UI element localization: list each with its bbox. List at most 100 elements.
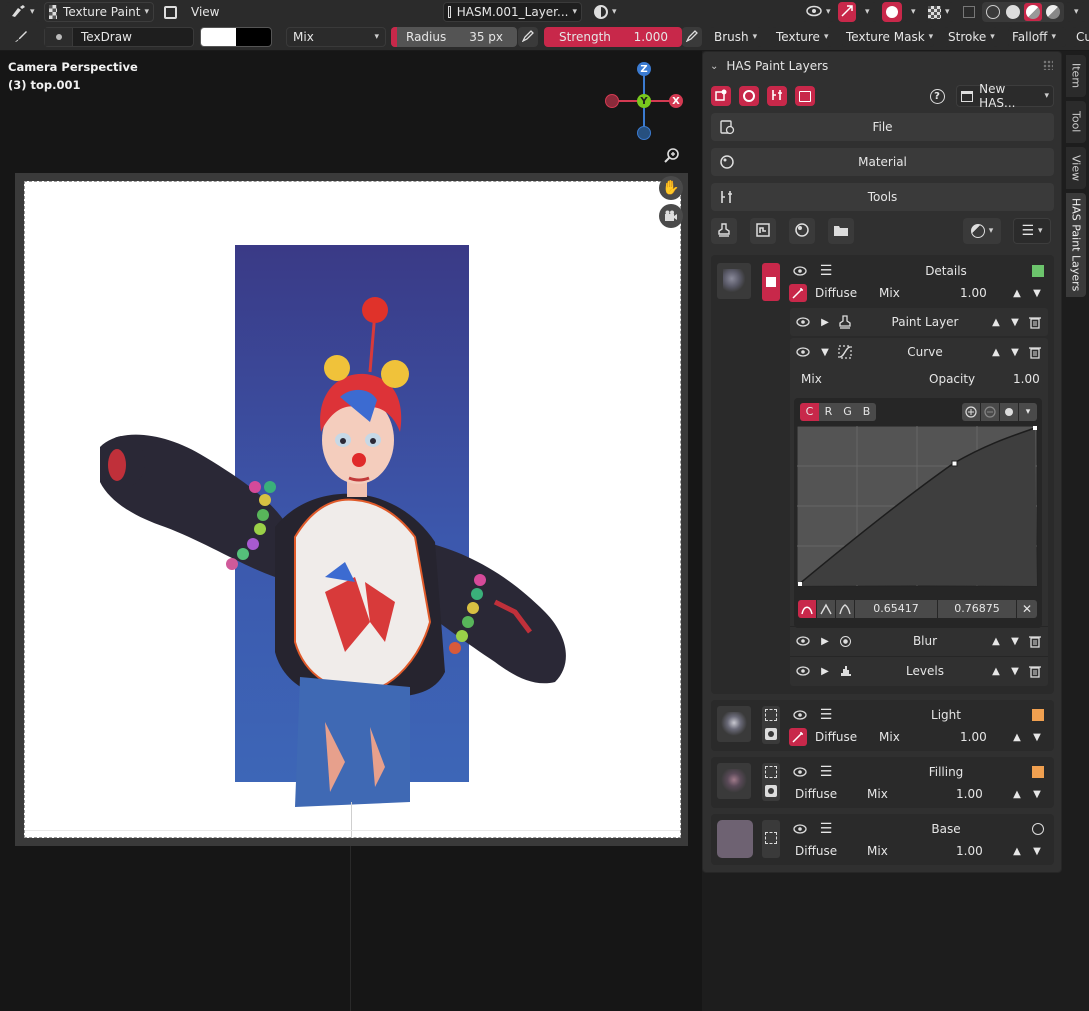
menu-texture[interactable]: Texture ▾	[772, 27, 832, 47]
layer-details[interactable]: ☰ Details Diffuse Mix 1.00 ▲ ▼ ▶ Paint L…	[711, 255, 1054, 694]
move-down-icon[interactable]: ▼	[1006, 632, 1024, 650]
image-tool-button[interactable]	[750, 218, 776, 244]
gizmo-neg-z-axis[interactable]	[637, 126, 651, 140]
visibility-eye-icon[interactable]	[794, 343, 812, 361]
menu-texture-mask[interactable]: Texture Mask ▾	[842, 27, 934, 47]
visibility-eye-icon[interactable]	[794, 662, 812, 680]
viewport[interactable]: Camera Perspective (3) top.001 Z Y X ✋	[0, 51, 702, 1011]
strength-pressure-toggle[interactable]	[682, 27, 702, 47]
point-x-field[interactable]: 0.65417	[855, 600, 937, 618]
color-swatches[interactable]	[200, 27, 272, 47]
visibility-eye-icon[interactable]	[791, 820, 809, 838]
tab-view[interactable]: View	[1066, 147, 1086, 189]
strength-slider[interactable]: Strength 1.000	[544, 27, 682, 47]
checker-dropdown[interactable]: ▾	[924, 2, 954, 22]
move-up-icon[interactable]: ▲	[987, 343, 1005, 361]
layer-mask-button[interactable]	[762, 763, 780, 801]
gizmo-y-axis[interactable]: Y	[637, 94, 651, 108]
delete-point-button[interactable]: ✕	[1017, 600, 1037, 618]
stamp-tool-button[interactable]	[711, 218, 737, 244]
sublayer-levels[interactable]: ▶ Levels ▲ ▼	[790, 656, 1048, 684]
new-has-dropdown[interactable]: New HAS... ▾	[956, 82, 1054, 110]
free-handle-button[interactable]	[836, 600, 854, 618]
effect-wand-icon[interactable]	[789, 728, 807, 746]
layer-menu-icon[interactable]: ☰	[817, 763, 835, 781]
layer-color-swatch[interactable]	[1032, 709, 1044, 721]
move-down-icon[interactable]: ▼	[1006, 343, 1024, 361]
trash-icon[interactable]	[1026, 662, 1044, 680]
curve-point-selected[interactable]	[951, 460, 958, 467]
overlay-dropdown[interactable]: ▾	[903, 2, 921, 22]
navigation-gizmo[interactable]: Z Y X	[600, 61, 690, 147]
layer-mask-button[interactable]	[762, 706, 780, 744]
mode-dropdown[interactable]: Texture Paint ▾	[44, 2, 154, 22]
layer-opacity[interactable]: 1.00	[956, 844, 983, 858]
layer-base[interactable]: ☰ Base Diffuse Mix 1.00 ▲ ▼	[711, 814, 1054, 865]
move-up-icon[interactable]: ▲	[1008, 728, 1026, 746]
move-up-icon[interactable]: ▲	[1008, 842, 1026, 860]
curve-handle-icon[interactable]	[1000, 403, 1018, 421]
trash-icon[interactable]	[1026, 343, 1044, 361]
curve-blend[interactable]: Mix	[801, 372, 822, 386]
trash-icon[interactable]	[1026, 313, 1044, 331]
menu-stroke[interactable]: Stroke ▾	[944, 27, 998, 47]
paint-canvas[interactable]	[24, 181, 681, 838]
curve-opacity-value[interactable]: 1.00	[1013, 372, 1040, 386]
tab-tool[interactable]: Tool	[1066, 101, 1086, 143]
sublayer-blur[interactable]: ▶ Blur ▲ ▼	[790, 626, 1048, 654]
radius-slider[interactable]: Radius 35 px	[391, 27, 517, 47]
layer-channel[interactable]: Diffuse	[815, 286, 857, 300]
image-selector[interactable]: HASM.001_Layer... ▾	[443, 2, 582, 22]
move-down-icon[interactable]: ▼	[1006, 662, 1024, 680]
expand-triangle-icon[interactable]: ▶	[816, 662, 834, 680]
expand-triangle-icon[interactable]: ▶	[816, 313, 834, 331]
move-up-icon[interactable]: ▲	[987, 313, 1005, 331]
layer-blend[interactable]: Mix	[867, 844, 888, 858]
xray-toggle[interactable]	[960, 2, 978, 22]
gizmo-x-axis[interactable]: X	[669, 94, 683, 108]
hand-pan-icon[interactable]: ✋	[659, 176, 683, 200]
image-toggle-button[interactable]	[160, 2, 180, 22]
layer-blend[interactable]: Mix	[879, 730, 900, 744]
layer-filling[interactable]: ☰ Filling Diffuse Mix 1.00 ▲ ▼	[711, 757, 1054, 808]
bake-tool-button[interactable]	[789, 218, 815, 244]
brush-tool-icon-button[interactable]	[10, 27, 32, 47]
editor-type-dropdown[interactable]: ▾	[6, 2, 40, 22]
trash-icon[interactable]	[1026, 632, 1044, 650]
image-layer-button[interactable]	[795, 86, 815, 106]
layer-color-swatch[interactable]	[1032, 823, 1044, 835]
layer-opacity[interactable]: 1.00	[960, 286, 987, 300]
move-down-icon[interactable]: ▼	[1006, 313, 1024, 331]
layer-channel[interactable]: Diffuse	[815, 730, 857, 744]
layer-light[interactable]: ☰ Light Diffuse Mix 1.00 ▲ ▼	[711, 700, 1054, 751]
shading-dropdown[interactable]: ▾	[1066, 2, 1086, 22]
tools-section-button[interactable]: Tools	[711, 183, 1054, 211]
point-y-field[interactable]: 0.76875	[938, 600, 1016, 618]
sublayer-curve[interactable]: ▼ Curve ▲ ▼ Mix Opacity 1.00 C R G B ▾ 0…	[790, 338, 1048, 686]
layer-menu-dropdown[interactable]: ☰ ▾	[1013, 218, 1051, 244]
channel-tab-r[interactable]: R	[819, 403, 838, 421]
drag-handle-icon[interactable]	[1043, 60, 1053, 70]
auto-handle-button[interactable]	[798, 600, 816, 618]
vector-handle-button[interactable]	[817, 600, 835, 618]
channel-tab-b[interactable]: B	[857, 403, 876, 421]
material-button[interactable]	[739, 86, 759, 106]
layer-blend[interactable]: Mix	[879, 286, 900, 300]
expand-triangle-icon[interactable]: ▶	[816, 632, 834, 650]
layer-opacity[interactable]: 1.00	[960, 730, 987, 744]
panel-header[interactable]: ⌄ HAS Paint Layers	[703, 52, 1061, 80]
gizmo-neg-x-axis[interactable]	[605, 94, 619, 108]
layer-color-swatch[interactable]	[1032, 766, 1044, 778]
blend-mode-dropdown[interactable]: Mix ▾	[286, 27, 386, 47]
visibility-eye-icon[interactable]	[791, 706, 809, 724]
curve-point[interactable]	[1033, 426, 1037, 430]
curve-point[interactable]	[798, 582, 802, 586]
layer-channel[interactable]: Diffuse	[795, 787, 837, 801]
folder-button[interactable]	[828, 218, 854, 244]
move-down-icon[interactable]: ▼	[1028, 842, 1046, 860]
layer-mask-button[interactable]	[762, 263, 780, 301]
gizmo-toggle[interactable]	[838, 2, 856, 22]
radius-pressure-toggle[interactable]	[518, 27, 538, 47]
material-shading-icon[interactable]	[1024, 3, 1042, 21]
help-button[interactable]: ?	[927, 86, 947, 106]
